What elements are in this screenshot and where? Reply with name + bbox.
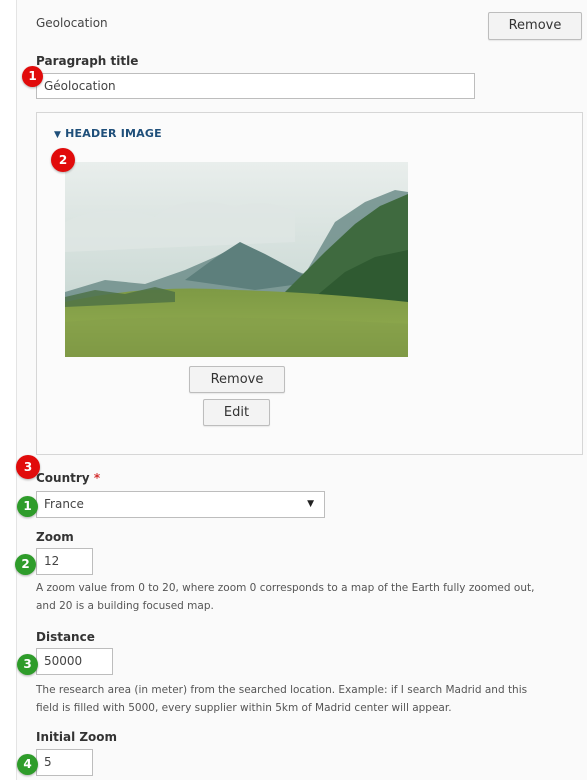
distance-input[interactable]: 50000	[36, 648, 113, 675]
edit-image-button[interactable]: Edit	[203, 399, 270, 426]
callout-badge-red-3: 3	[16, 455, 40, 479]
country-select-value: France	[44, 497, 84, 511]
zoom-help-line-1: A zoom value from 0 to 20, where zoom 0 …	[36, 582, 535, 594]
remove-image-button[interactable]: Remove	[189, 366, 285, 393]
initial-zoom-input[interactable]: 5	[36, 749, 93, 776]
paragraph-title-label: Paragraph title	[36, 54, 139, 68]
callout-badge-green-1: 1	[17, 496, 38, 517]
zoom-help-text: A zoom value from 0 to 20, where zoom 0 …	[36, 579, 576, 615]
distance-help-line-1: The research area (in meter) from the se…	[36, 684, 528, 696]
collapse-triangle-icon: ▼	[54, 130, 62, 140]
callout-badge-green-3: 3	[17, 654, 38, 675]
zoom-input[interactable]: 12	[36, 548, 93, 575]
distance-label: Distance	[36, 630, 95, 644]
country-label: Country *	[36, 471, 100, 485]
callout-badge-red-1: 1	[22, 66, 43, 87]
paragraph-title-input[interactable]: Géolocation	[36, 73, 475, 99]
required-marker: *	[93, 471, 101, 485]
header-image-summary-label: HEADER IMAGE	[65, 127, 162, 140]
remove-paragraph-button[interactable]: Remove	[488, 12, 582, 40]
distance-help-text: The research area (in meter) from the se…	[36, 681, 576, 717]
header-image-thumbnail	[65, 162, 408, 357]
country-label-text: Country	[36, 471, 90, 485]
zoom-label: Zoom	[36, 530, 74, 544]
callout-badge-red-2: 2	[51, 148, 75, 172]
country-select[interactable]: France ▼	[36, 491, 325, 518]
callout-badge-green-4: 4	[17, 754, 38, 775]
callout-badge-green-2: 2	[15, 554, 36, 575]
distance-help-line-2: field is filled with 5000, every supplie…	[36, 702, 452, 714]
zoom-help-line-2: and 20 is a building focused map.	[36, 600, 214, 612]
header-image-toggle[interactable]: ▼ HEADER IMAGE	[54, 127, 162, 140]
chevron-down-icon: ▼	[307, 499, 314, 509]
initial-zoom-label: Initial Zoom	[36, 730, 118, 744]
paragraph-type-label: Geolocation	[36, 16, 108, 30]
